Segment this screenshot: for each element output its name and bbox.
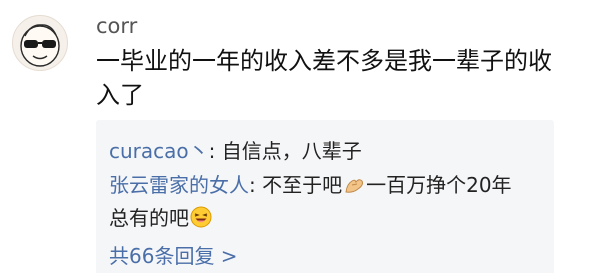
reply-item: curacao丶: 自信点，八辈子 bbox=[109, 136, 529, 166]
avatar[interactable] bbox=[12, 15, 68, 71]
folded-hands-emoji-icon bbox=[343, 173, 365, 203]
comment-text: 一毕业的一年的收入差不多是我一辈子的收入了 bbox=[96, 47, 552, 109]
reply-text-part-1: 不至于吧 bbox=[262, 173, 343, 197]
comment-item: corr 一毕业的一年的收入差不多是我一辈子的收入了 curacao丶: 自信点… bbox=[0, 0, 600, 273]
reply-separator: : bbox=[208, 139, 222, 163]
view-all-replies-link[interactable]: 共66条回复 > bbox=[109, 242, 238, 270]
laughing-face-emoji-icon bbox=[190, 206, 212, 236]
cartoon-face-icon bbox=[20, 24, 60, 67]
reply-item: 张云雷家的女人: 不至于吧 一百万挣个20年总有的吧 bbox=[109, 170, 529, 236]
reply-separator: : bbox=[249, 173, 263, 197]
reply-text: 自信点，八辈子 bbox=[221, 139, 362, 163]
reply-list: curacao丶: 自信点，八辈子 张云雷家的女人: 不至于吧 一百万挣个20年总… bbox=[96, 120, 554, 273]
comment-username[interactable]: corr bbox=[96, 12, 137, 40]
reply-author[interactable]: 张云雷家的女人 bbox=[109, 173, 249, 197]
reply-author[interactable]: curacao丶 bbox=[109, 139, 209, 163]
